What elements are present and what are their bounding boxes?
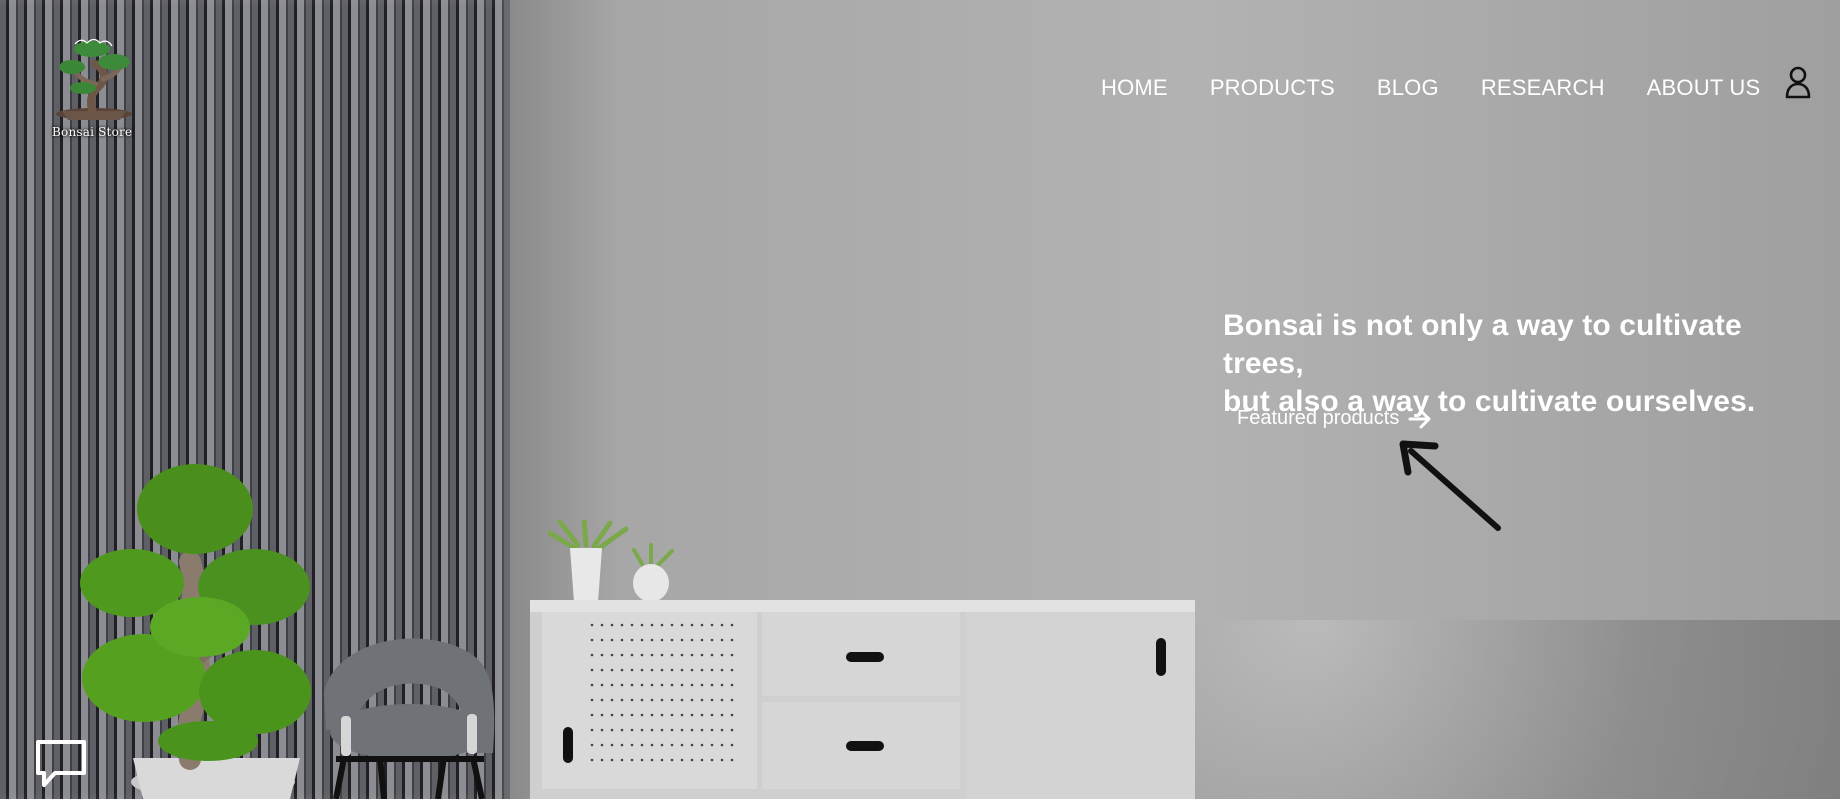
user-icon[interactable] [1784, 66, 1812, 100]
featured-products-label: Featured products [1237, 407, 1400, 429]
potted-succulent [548, 520, 674, 602]
sideboard-cabinet [530, 600, 1195, 799]
nav-research[interactable]: RESEARCH [1481, 75, 1605, 101]
hero-quote-line-1: Bonsai is not only a way to cultivate tr… [1223, 309, 1742, 380]
nav-products[interactable]: PRODUCTS [1210, 75, 1335, 101]
arrow-right-icon [1408, 409, 1431, 428]
featured-products-link[interactable]: Featured products [1237, 407, 1433, 430]
nav-blog[interactable]: BLOG [1377, 75, 1439, 101]
chat-icon[interactable] [35, 739, 87, 789]
floor-shadow [1090, 620, 1840, 799]
hand-arrow-icon [1399, 440, 1501, 531]
armchair [324, 638, 495, 799]
bonsai-logo-icon [56, 38, 132, 120]
hero-quote: Bonsai is not only a way to cultivate tr… [1223, 307, 1823, 421]
logo-text: Bonsai Store [52, 125, 133, 139]
main-navigation: HOME PRODUCTS BLOG RESEARCH ABOUT US [1101, 75, 1760, 101]
nav-home[interactable]: HOME [1101, 75, 1168, 101]
nav-about-us[interactable]: ABOUT US [1647, 75, 1761, 101]
brand-logo[interactable]: Bonsai Store [46, 36, 142, 148]
hero-section: Bonsai Store HOME PRODUCTS BLOG RESEARCH… [0, 0, 1840, 799]
